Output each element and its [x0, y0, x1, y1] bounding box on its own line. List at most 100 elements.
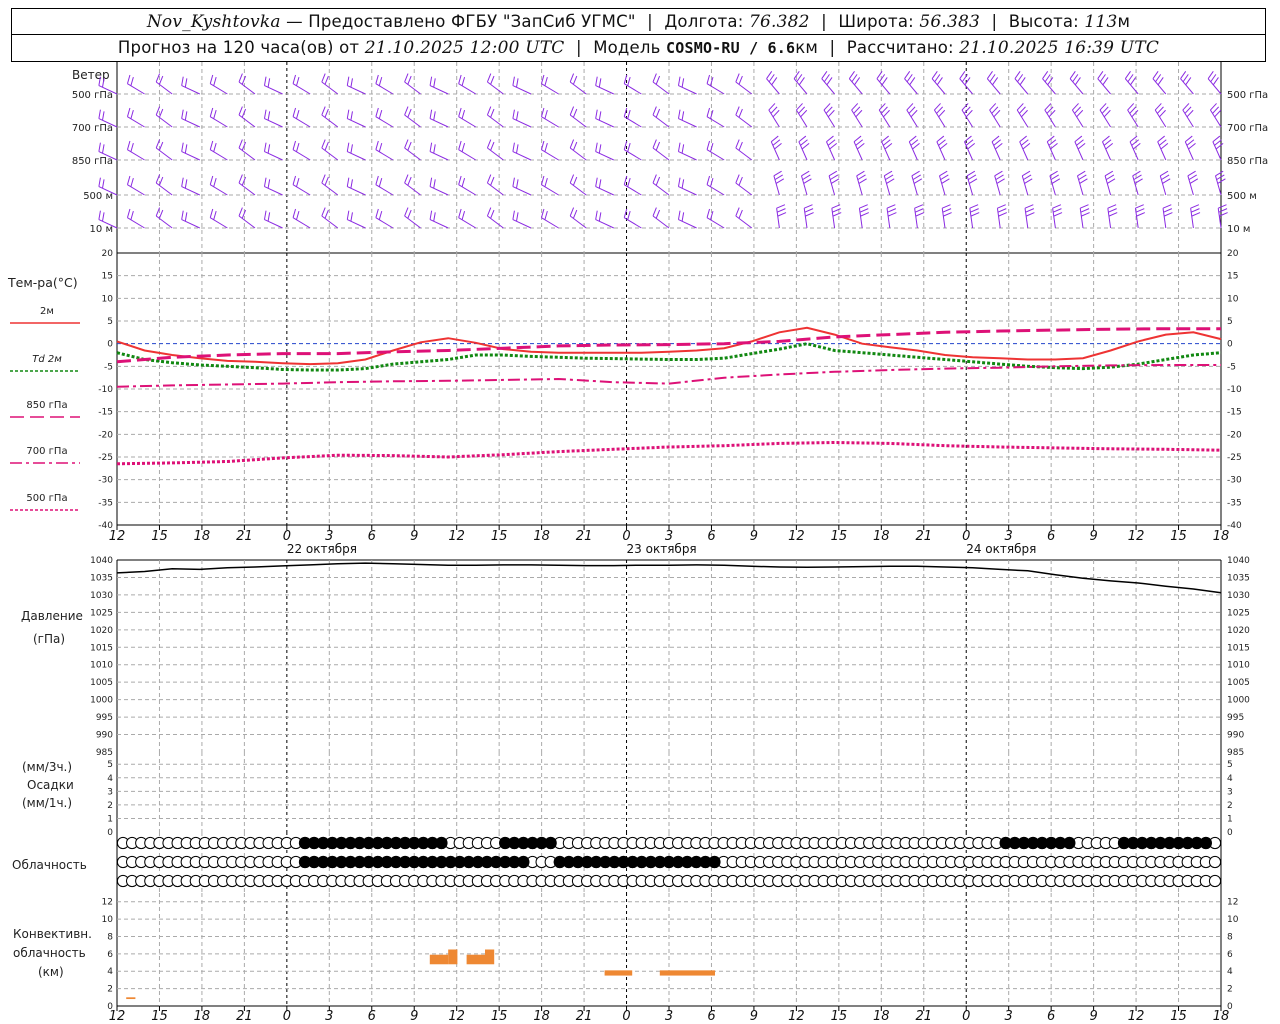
wind-barb-feather [989, 103, 997, 111]
wind-barb-feather [878, 103, 886, 111]
wind-barb-feather [375, 175, 379, 185]
wind-barb-feather [292, 175, 297, 185]
wind-barb-feather [860, 212, 870, 217]
wind-barb-feather [598, 212, 602, 222]
convective-tick-right: 8 [1227, 932, 1233, 942]
convective-bar [604, 970, 633, 976]
wind-barb-icon [1102, 135, 1114, 161]
wind-barb-feather [1218, 208, 1228, 213]
wind-barb-shaft [375, 184, 394, 196]
wind-barb-icon [991, 135, 1003, 161]
wind-barb-shaft [347, 151, 366, 161]
wind-barb-icon [828, 170, 840, 196]
wind-barb-feather [263, 142, 267, 152]
wind-barb-feather [126, 74, 131, 84]
wind-barb-icon [238, 106, 256, 128]
wind-barb-shaft [1097, 78, 1111, 95]
wind-barb-feather [1184, 106, 1192, 114]
wind-barb-feather [569, 207, 575, 217]
temp-series-line [116, 440, 1222, 466]
wind-barb-icon [1129, 135, 1141, 161]
time-label-bottom: 21 [236, 1009, 253, 1024]
wind-barb-feather [677, 142, 681, 152]
time-label-top: 15 [491, 529, 508, 544]
wind-barb-shaft [1207, 78, 1222, 95]
wind-barb-feather [772, 139, 781, 146]
wind-barb-feather [1190, 204, 1200, 209]
wind-barb-shaft [652, 81, 670, 95]
wind-barb-feather [407, 209, 412, 219]
wind-barb-feather [771, 77, 778, 86]
wind-barb-shaft [429, 118, 449, 128]
wind-barb-shaft [1180, 78, 1194, 95]
wind-barb-feather [1162, 178, 1171, 184]
wind-barb-shaft [238, 81, 256, 95]
wind-barb-feather [516, 179, 519, 189]
wind-barb-feather [992, 77, 999, 86]
wind-barb-feather [1024, 204, 1034, 209]
wind-barb-feather [598, 111, 602, 121]
wind-barb-feather [800, 139, 808, 146]
wind-barb-feather [848, 71, 855, 79]
wind-barb-icon [375, 74, 394, 95]
wind-barb-feather [486, 207, 492, 217]
wind-barb-feather [1212, 77, 1219, 86]
convective-tick-left: 12 [102, 898, 113, 908]
precip-tick-left: 0 [107, 828, 113, 838]
wind-barb-icon [238, 73, 256, 95]
time-label-top: 12 [109, 529, 126, 544]
wind-barb-feather [652, 73, 657, 83]
wind-barb-icon [429, 76, 449, 95]
wind-barb-shaft [512, 85, 532, 95]
wind-barb-shaft [652, 114, 670, 128]
wind-barb-feather [910, 109, 918, 118]
wind-barb-feather [486, 174, 492, 184]
wind-barb-icon [486, 106, 504, 128]
wind-barb-feather [881, 135, 889, 143]
pressure-tick-left: 1000 [90, 696, 113, 706]
pressure-tick-right: 1030 [1227, 591, 1250, 601]
wind-barb-icon [933, 103, 946, 128]
convective-tick-left: 2 [107, 985, 113, 995]
wind-barb-feather [706, 208, 711, 218]
wind-barb-feather [346, 210, 350, 220]
wind-barb-shaft [181, 85, 201, 95]
wind-barb-feather [595, 210, 598, 220]
wind-barb-feather [461, 210, 466, 220]
wind-barb-feather [710, 142, 714, 152]
wind-barb-shaft [908, 141, 918, 161]
wind-barb-icon [677, 109, 697, 128]
temp-tick-right: 5 [1227, 317, 1233, 327]
wind-barb-shaft [541, 149, 559, 161]
wind-barb-feather [886, 204, 896, 209]
wind-barb-feather [857, 174, 866, 181]
wind-barb-feather [296, 109, 300, 119]
wind-barb-feather [346, 76, 350, 86]
wind-barb-feather [965, 139, 974, 146]
wind-barb-feather [805, 212, 814, 217]
wind-barb-shaft [735, 114, 753, 128]
wind-barb-feather [181, 210, 184, 220]
wind-barb-feather [404, 73, 409, 83]
wind-barb-shaft [321, 81, 339, 95]
wind-barb-feather [407, 141, 412, 151]
wind-barb-shaft [127, 83, 145, 95]
wind-barb-icon [321, 73, 339, 95]
wind-barb-feather [942, 208, 952, 213]
wind-barb-feather [1022, 170, 1031, 177]
wind-barb-shaft [127, 149, 145, 161]
pressure-tick-left: 1030 [90, 591, 113, 601]
time-label-top: 18 [194, 529, 211, 544]
wind-barb-feather [886, 178, 895, 184]
wind-barb-icon [966, 170, 978, 196]
wind-barb-shaft [375, 149, 394, 161]
temp-tick-left: -10 [98, 385, 113, 395]
wind-barb-icon [1159, 170, 1171, 196]
wind-barb-shaft [678, 186, 697, 196]
convective-tick-right: 12 [1227, 898, 1238, 908]
wind-barb-feather [1158, 139, 1167, 146]
wind-barb-feather [738, 176, 743, 186]
wind-barb-feather [1105, 174, 1115, 181]
wind-barb-feather [710, 177, 714, 187]
wind-barb-feather [598, 78, 602, 88]
